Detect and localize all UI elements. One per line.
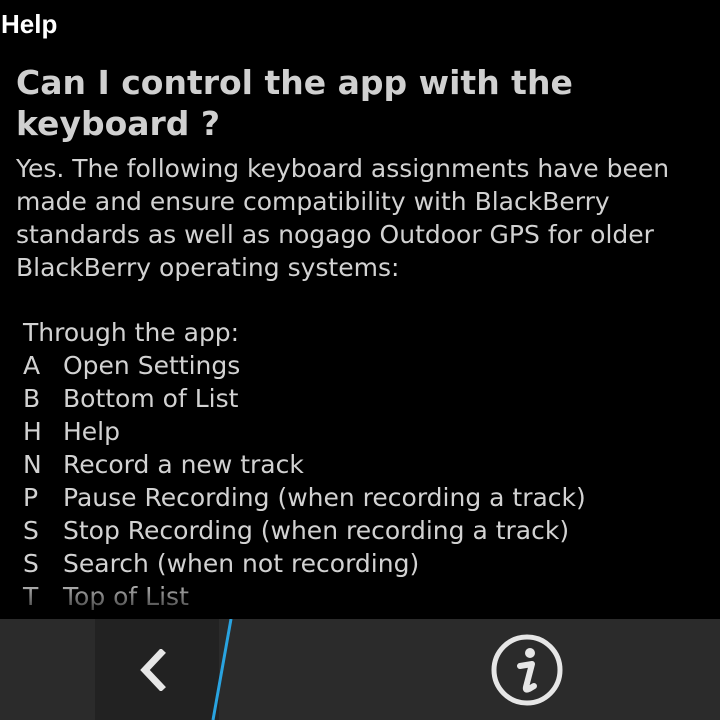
action-bar-divider bbox=[211, 619, 233, 720]
shortcut-action: Pause Recording (when recording a track) bbox=[63, 483, 586, 512]
shortcut-row: H Help bbox=[23, 415, 706, 448]
shortcut-key: S bbox=[23, 516, 39, 545]
shortcut-row: N Record a new track bbox=[23, 448, 706, 481]
info-icon bbox=[491, 634, 563, 706]
shortcut-row: T Top of List bbox=[23, 580, 706, 613]
shortcut-row: S Search (when not recording) bbox=[23, 547, 706, 580]
answer-text: Yes. The following keyboard assignments … bbox=[16, 154, 670, 282]
shortcut-row: B Bottom of List bbox=[23, 382, 706, 415]
shortcut-key: A bbox=[23, 351, 41, 380]
shortcut-row: P Pause Recording (when recording a trac… bbox=[23, 481, 706, 514]
chevron-left-icon bbox=[140, 649, 166, 691]
shortcut-key: T bbox=[23, 582, 39, 611]
section-label: Through the app: bbox=[23, 318, 240, 347]
shortcut-action: Help bbox=[63, 417, 120, 446]
shortcut-action: Open Settings bbox=[63, 351, 241, 380]
question-heading: Can I control the app with the keyboard … bbox=[16, 63, 573, 143]
shortcut-row: S Stop Recording (when recording a track… bbox=[23, 514, 706, 547]
shortcut-key: S bbox=[23, 549, 39, 578]
page-title: Help bbox=[1, 9, 58, 39]
shortcut-action: Stop Recording (when recording a track) bbox=[63, 516, 570, 545]
help-content[interactable]: Can I control the app with the keyboard … bbox=[16, 62, 706, 618]
shortcut-key: N bbox=[23, 450, 42, 479]
shortcut-row: A Open Settings bbox=[23, 349, 706, 382]
shortcut-key: H bbox=[23, 417, 42, 446]
shortcut-action: Bottom of List bbox=[63, 384, 239, 413]
back-button[interactable] bbox=[95, 619, 219, 720]
shortcut-key: P bbox=[23, 483, 39, 512]
shortcut-action: Top of List bbox=[63, 582, 189, 611]
title-bar: Help bbox=[0, 0, 720, 52]
shortcut-action: Search (when not recording) bbox=[63, 549, 420, 578]
shortcut-key: B bbox=[23, 384, 41, 413]
shortcut-action: Record a new track bbox=[63, 450, 304, 479]
shortcut-list: A Open Settings B Bottom of List H Help … bbox=[23, 349, 706, 613]
action-bar bbox=[0, 619, 720, 720]
info-button[interactable] bbox=[470, 619, 586, 720]
